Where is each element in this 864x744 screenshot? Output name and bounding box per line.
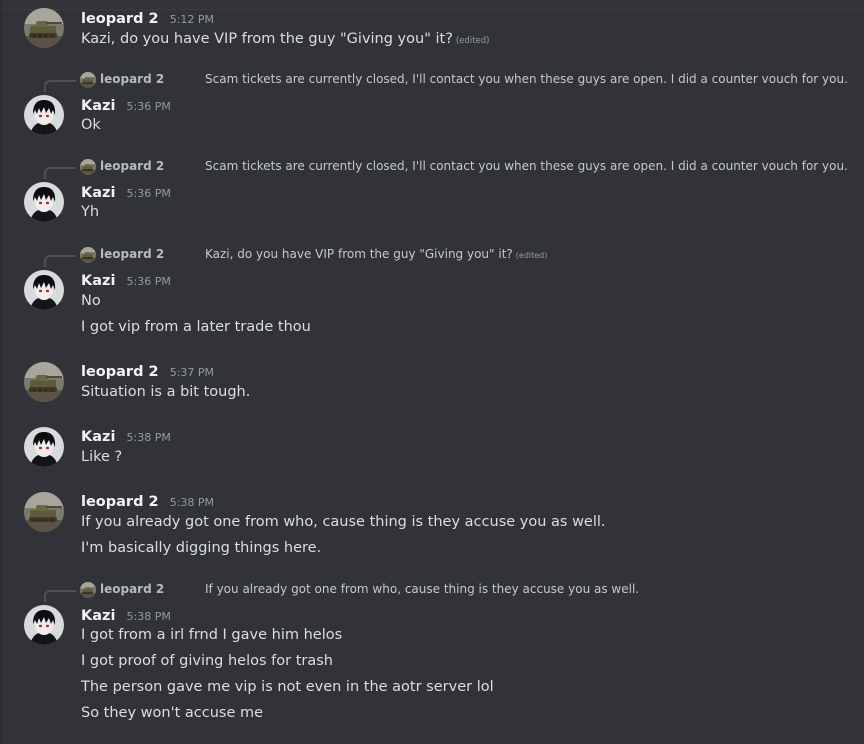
anime-avatar-icon[interactable]	[24, 182, 64, 222]
message-text: I got vip from a later trade thou	[81, 319, 311, 335]
anime-avatar-icon[interactable]	[24, 270, 64, 310]
message-text: I'm basically digging things here.	[81, 540, 322, 556]
timestamp[interactable]: 5:12 PM	[170, 13, 214, 26]
tank-avatar-icon[interactable]	[24, 8, 64, 48]
reply-connector-icon	[44, 80, 76, 92]
timestamp[interactable]: 5:38 PM	[170, 496, 214, 509]
message-header: leopard 2 5:12 PM	[81, 8, 214, 28]
timestamp[interactable]: 5:38 PM	[127, 610, 171, 623]
anime-avatar-icon[interactable]	[24, 427, 64, 467]
tank-avatar-icon[interactable]	[24, 362, 64, 402]
message-text: So they won't accuse me	[81, 705, 264, 721]
left-edge	[0, 0, 2, 744]
username[interactable]: leopard 2	[81, 494, 159, 510]
message-text: Yh	[81, 204, 100, 220]
username[interactable]: Kazi	[81, 608, 115, 624]
chat-message-list: leopard 2 5:12 PM Kazi, do you have VIP …	[0, 0, 864, 744]
username[interactable]: Kazi	[81, 429, 115, 445]
message-header: Kazi 5:36 PM	[81, 182, 171, 202]
timestamp[interactable]: 5:36 PM	[127, 187, 171, 200]
message-text: If you already got one from who, cause t…	[81, 514, 606, 530]
reply-connector-icon	[44, 167, 76, 179]
message-header: leopard 2 5:37 PM	[81, 361, 214, 381]
message-text: Kazi, do you have VIP from the guy "Givi…	[81, 31, 489, 47]
tank-avatar-icon	[80, 247, 96, 263]
message-header: Kazi 5:38 PM	[81, 426, 171, 446]
tank-avatar-icon	[80, 72, 96, 88]
message-text: Like ?	[81, 449, 123, 465]
message-header: Kazi 5:36 PM	[81, 270, 171, 290]
timestamp[interactable]: 5:36 PM	[127, 100, 171, 113]
edited-marker: (edited)	[515, 251, 548, 260]
message-line: Kazi, do you have VIP from the guy "Givi…	[81, 31, 453, 47]
message-text: The person gave me vip is not even in th…	[81, 679, 494, 695]
message-header: Kazi 5:38 PM	[81, 605, 171, 625]
reply-author[interactable]: leopard 2	[100, 159, 164, 173]
message-text: No	[81, 293, 101, 309]
reply-connector-icon	[44, 590, 76, 602]
anime-avatar-icon[interactable]	[24, 605, 64, 645]
reply-text[interactable]: Scam tickets are currently closed, I'll …	[205, 72, 848, 86]
timestamp[interactable]: 5:38 PM	[127, 431, 171, 444]
reply-text[interactable]: Kazi, do you have VIP from the guy "Givi…	[205, 247, 547, 261]
username[interactable]: Kazi	[81, 273, 115, 289]
reply-author[interactable]: leopard 2	[100, 582, 164, 596]
message-text: Situation is a bit tough.	[81, 384, 251, 400]
message-header: leopard 2 5:38 PM	[81, 491, 214, 511]
message-text: I got from a irl frnd I gave him helos	[81, 627, 343, 643]
timestamp[interactable]: 5:36 PM	[127, 275, 171, 288]
username[interactable]: leopard 2	[81, 364, 159, 380]
username[interactable]: Kazi	[81, 98, 115, 114]
reply-text[interactable]: Scam tickets are currently closed, I'll …	[205, 159, 848, 173]
message-text: Ok	[81, 117, 101, 133]
username[interactable]: Kazi	[81, 185, 115, 201]
anime-avatar-icon[interactable]	[24, 95, 64, 135]
reply-connector-icon	[44, 255, 76, 267]
reply-text[interactable]: If you already got one from who, cause t…	[205, 582, 639, 596]
tank-avatar-icon	[80, 159, 96, 175]
reply-text-content: Kazi, do you have VIP from the guy "Givi…	[205, 247, 513, 261]
reply-author[interactable]: leopard 2	[100, 247, 164, 261]
timestamp[interactable]: 5:37 PM	[170, 366, 214, 379]
tank-avatar-icon[interactable]	[24, 492, 64, 532]
message-header: Kazi 5:36 PM	[81, 95, 171, 115]
tank-avatar-icon	[80, 582, 96, 598]
message-text: I got proof of giving helos for trash	[81, 653, 333, 669]
reply-author[interactable]: leopard 2	[100, 72, 164, 86]
username[interactable]: leopard 2	[81, 11, 159, 27]
edited-marker: (edited)	[455, 36, 490, 46]
